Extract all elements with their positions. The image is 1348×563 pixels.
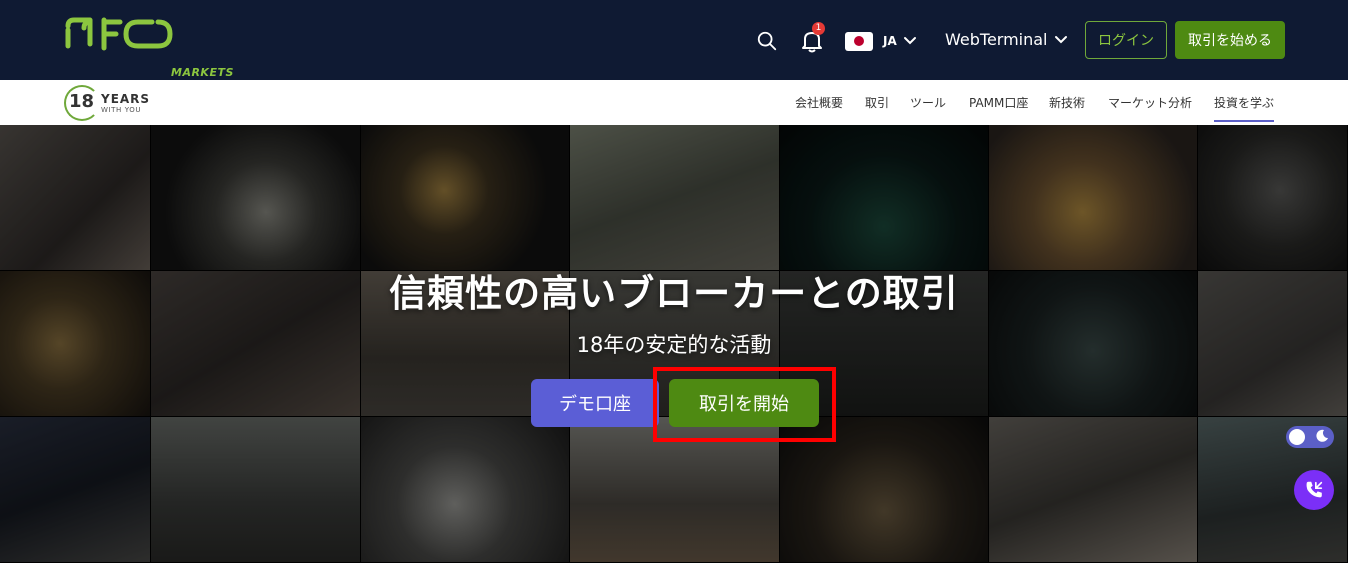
japan-flag-icon bbox=[845, 31, 873, 51]
webterminal-label: WebTerminal bbox=[945, 30, 1048, 49]
theme-toggle[interactable] bbox=[1286, 426, 1334, 448]
top-header: MARKETS 1 JA WebTerminal ログイン 取引を始める bbox=[0, 0, 1348, 80]
nav-item-market-analysis[interactable]: マーケット分析 bbox=[1108, 80, 1192, 125]
hero-subtitle: 18年の安定的な活動 bbox=[576, 333, 772, 357]
phone-icon bbox=[1306, 481, 1323, 498]
chevron-down-icon bbox=[903, 37, 916, 45]
nav-item-tools[interactable]: ツール bbox=[910, 80, 946, 125]
main-nav: 18 YEARS WITH YOU 会社概要 取引 ツール PAMM口座 新技術… bbox=[0, 80, 1348, 125]
ifc-markets-logo[interactable]: MARKETS bbox=[64, 14, 233, 79]
anniversary-with-you: WITH YOU bbox=[101, 106, 142, 114]
hero-section: 信頼性の高いブローカーとの取引 18年の安定的な活動 デモ口座 取引を開始 bbox=[0, 125, 1348, 563]
notification-badge: 1 bbox=[812, 22, 825, 35]
start-trading-hero-button[interactable]: 取引を開始 bbox=[669, 379, 819, 427]
demo-account-button[interactable]: デモ口座 bbox=[531, 379, 659, 427]
anniversary-number: 18 bbox=[69, 91, 95, 112]
nav-item-company[interactable]: 会社概要 bbox=[795, 80, 843, 125]
language-selector[interactable]: JA bbox=[845, 30, 917, 52]
logo-mark bbox=[65, 17, 173, 51]
webterminal-menu[interactable]: WebTerminal bbox=[945, 30, 1068, 49]
anniversary-years: YEARS bbox=[101, 92, 151, 106]
hero-title: 信頼性の高いブローカーとの取引 bbox=[389, 272, 959, 315]
nav-item-pamm[interactable]: PAMM口座 bbox=[969, 80, 1028, 125]
anniversary-badge: 18 YEARS WITH YOU bbox=[64, 84, 174, 122]
search-icon[interactable] bbox=[756, 30, 778, 52]
chevron-down-icon bbox=[1054, 35, 1067, 43]
start-trading-button[interactable]: 取引を始める bbox=[1175, 21, 1285, 59]
moon-icon bbox=[1316, 429, 1328, 442]
call-button[interactable] bbox=[1294, 470, 1334, 510]
nav-item-new-tech[interactable]: 新技術 bbox=[1049, 80, 1085, 125]
logo-subtitle: MARKETS bbox=[171, 66, 234, 79]
nav-item-trading[interactable]: 取引 bbox=[865, 80, 889, 125]
login-button[interactable]: ログイン bbox=[1085, 21, 1167, 59]
nav-item-learn[interactable]: 投資を学ぶ bbox=[1214, 80, 1275, 125]
language-code: JA bbox=[883, 34, 897, 48]
